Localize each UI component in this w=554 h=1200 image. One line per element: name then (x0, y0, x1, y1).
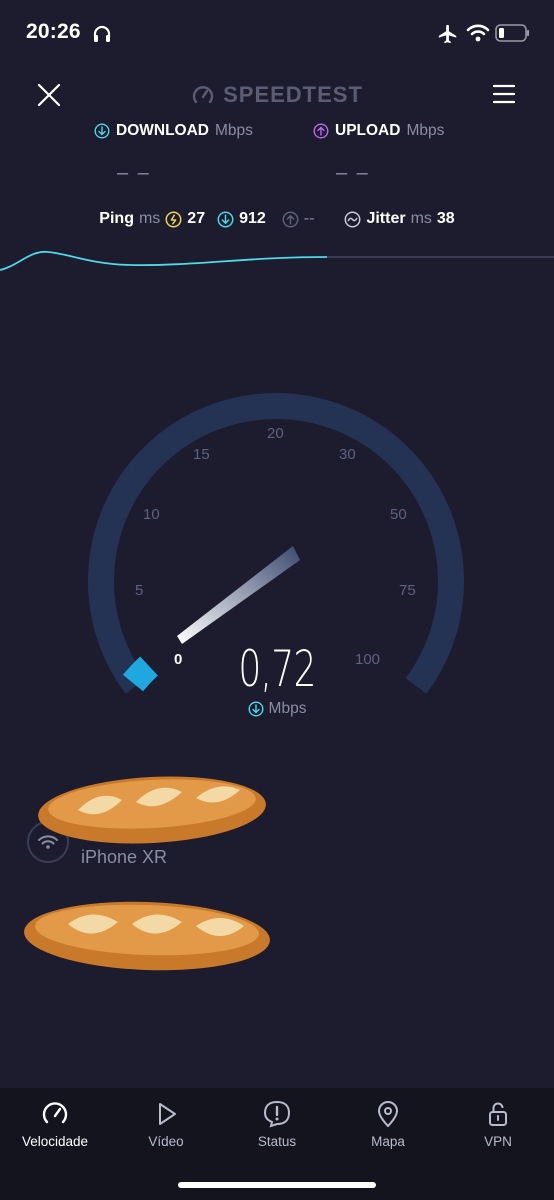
idle-latency-icon (165, 211, 182, 227)
download-value: – – (117, 162, 151, 184)
ping-download-value: 912 (239, 210, 266, 227)
nav-label-mapa: Mapa (371, 1134, 405, 1149)
headphones-icon (93, 25, 111, 42)
battery-icon (495, 24, 530, 42)
download-header: DOWNLOAD Mbps (94, 122, 253, 140)
nav-label-video: Vídeo (148, 1134, 184, 1149)
nav-item-video[interactable]: Vídeo (116, 1100, 216, 1149)
upload-value: – – (336, 162, 370, 184)
nav-label-velocidade: Velocidade (21, 1134, 89, 1149)
nav-item-velocidade[interactable]: Velocidade (5, 1100, 105, 1149)
alert-icon (263, 1100, 291, 1128)
device-name: iPhone XR (81, 847, 168, 867)
gauge-tick-10: 10 (143, 506, 160, 523)
upload-unit: Mbps (406, 122, 445, 139)
ping-download-group: 912 (217, 210, 266, 228)
ping-upload-group: -- (282, 210, 315, 228)
bread-sticker-2 (24, 901, 270, 971)
download-arrow-icon (248, 701, 264, 717)
ping-group: Ping ms 27 (99, 210, 205, 228)
gauge-needle (177, 546, 300, 644)
nav-item-vpn[interactable]: VPN (448, 1100, 548, 1149)
bread-sticker-1 (38, 776, 266, 844)
download-unit: Mbps (215, 122, 253, 139)
menu-button[interactable] (492, 83, 516, 105)
gauge-tick-15: 15 (193, 446, 210, 463)
airplane-icon (438, 24, 457, 44)
ping-label: Ping (99, 210, 134, 227)
ping-upload-value: -- (303, 210, 315, 227)
ping-idle-value: 27 (187, 210, 206, 227)
play-icon (159, 1103, 176, 1125)
gauge-tick-75: 75 (399, 582, 416, 599)
jitter-group: Jitter ms 38 (344, 210, 455, 228)
nav-label-vpn: VPN (484, 1134, 512, 1149)
speedtest-logo-icon (192, 86, 214, 104)
upload-latency-icon (282, 211, 299, 227)
upload-arrow-icon (313, 123, 329, 139)
speed-graph (0, 251, 554, 271)
nav-label-status: Status (257, 1134, 297, 1149)
speed-value: 0,72 (238, 640, 316, 698)
map-pin-icon (377, 1101, 399, 1128)
ping-unit: ms (138, 210, 161, 227)
jitter-icon (344, 211, 361, 227)
upload-header: UPLOAD Mbps (313, 122, 444, 140)
gauge-tick-5: 5 (135, 582, 143, 599)
jitter-label: Jitter (366, 210, 406, 227)
status-time: 20:26 (26, 20, 81, 43)
brand-title: SPEEDTEST (223, 82, 363, 107)
download-arrow-icon (94, 123, 110, 139)
download-label: DOWNLOAD (116, 122, 209, 139)
jitter-unit: ms (410, 210, 432, 227)
gauge-tick-30: 30 (339, 446, 356, 463)
gauge-tick-20: 20 (267, 425, 284, 442)
speedometer-icon (42, 1102, 68, 1124)
upload-label: UPLOAD (335, 122, 401, 139)
jitter-value: 38 (436, 210, 455, 227)
home-indicator[interactable] (178, 1182, 376, 1188)
speed-unit-row: Mbps (0, 700, 554, 718)
nav-item-status[interactable]: Status (227, 1100, 327, 1149)
ping-row: Ping ms 27 912 -- Jitter ms 38 (0, 210, 554, 228)
wifi-icon (466, 24, 490, 42)
nav-item-mapa[interactable]: Mapa (338, 1100, 438, 1149)
lock-icon (489, 1102, 507, 1126)
gauge-tick-50: 50 (390, 506, 407, 523)
download-latency-icon (217, 211, 234, 227)
brand-logo: SPEEDTEST (0, 82, 554, 108)
speed-unit-label: Mbps (268, 700, 307, 717)
